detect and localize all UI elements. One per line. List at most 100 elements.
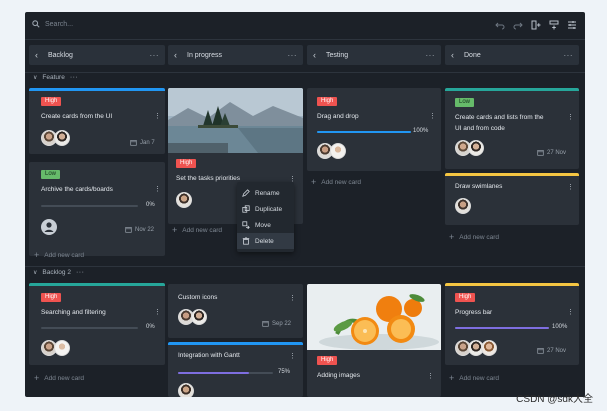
pencil-icon — [242, 189, 250, 197]
plus-icon: + — [34, 373, 40, 383]
date-text: 27 Nov — [547, 149, 567, 156]
add-column-icon[interactable] — [531, 20, 541, 30]
date-text: Jan 7 — [140, 139, 155, 146]
card-integration-gantt[interactable]: Integration with Gantt ⋮ 75% — [168, 342, 303, 397]
priority-badge: Low — [455, 98, 475, 107]
chevron-left-icon[interactable]: ‹ — [174, 50, 184, 60]
move-icon — [242, 221, 250, 229]
card-title: Drag and drop — [317, 113, 359, 120]
avatar[interactable] — [481, 340, 497, 356]
search-icon — [32, 20, 40, 28]
column-menu-icon[interactable]: ··· — [288, 51, 298, 60]
menu-item-label: Duplicate — [255, 205, 283, 213]
date-text: Nov 22 — [135, 226, 155, 233]
watermark: CSDN @sdk大全 — [516, 394, 593, 405]
menu-item-label: Delete — [255, 237, 274, 245]
avatar[interactable] — [330, 143, 346, 159]
card-assignees — [41, 340, 70, 356]
avatar[interactable] — [54, 340, 70, 356]
card-due-date: 27 Nov — [537, 347, 566, 354]
chevron-left-icon[interactable]: ‹ — [313, 50, 323, 60]
card-adding-images[interactable]: High Adding images ⋮ — [307, 284, 441, 397]
add-row-icon[interactable] — [549, 20, 559, 30]
add-new-card-button[interactable]: + Add new card — [311, 177, 361, 187]
row-header-backlog-2[interactable]: ∨ Backlog 2 ··· — [33, 269, 84, 276]
copy-icon — [242, 205, 250, 213]
row-title: Feature — [42, 74, 65, 81]
card-title: Custom icons — [178, 294, 218, 301]
chevron-down-icon[interactable]: ∨ — [33, 74, 37, 81]
add-new-card-button[interactable]: + Add new card — [172, 225, 222, 235]
avatar[interactable] — [455, 198, 471, 214]
user-icon[interactable] — [41, 219, 57, 235]
priority-badge: High — [176, 159, 197, 168]
card-menu-icon[interactable]: ⋮ — [154, 186, 161, 193]
column-title: Done — [464, 51, 481, 59]
progress-bar — [455, 327, 549, 329]
avatar[interactable] — [178, 383, 194, 397]
card-draw-swimlanes[interactable]: Draw swimlanes ⋮ — [445, 173, 579, 225]
card-menu-icon[interactable]: ⋮ — [289, 295, 296, 302]
avatar[interactable] — [468, 140, 484, 156]
column-title: In progress — [187, 51, 223, 59]
card-menu-icon[interactable]: ⋮ — [427, 373, 434, 380]
card-create-cards-ui[interactable]: High Create cards from the UI ⋮ Jan 7 — [29, 88, 165, 154]
card-assignees — [455, 140, 484, 156]
add-new-card-button[interactable]: + Add new card — [449, 232, 499, 242]
card-archive-boards[interactable]: Low Archive the cards/boards ⋮ 0% Nov 22 — [29, 162, 165, 256]
calendar-icon — [537, 348, 544, 354]
progress-fill — [178, 372, 250, 374]
row-title: Backlog 2 — [42, 269, 71, 276]
calendar-icon — [262, 321, 269, 327]
avatar[interactable] — [191, 309, 207, 325]
card-searching-filtering[interactable]: High Searching and filtering ⋮ 0% — [29, 283, 165, 365]
card-menu-icon[interactable]: ⋮ — [567, 114, 574, 121]
undo-icon[interactable] — [495, 20, 505, 30]
menu-item-move[interactable]: Move — [237, 217, 294, 233]
column-title: Testing — [326, 51, 349, 59]
chevron-down-icon[interactable]: ∨ — [33, 269, 37, 276]
column-header-testing[interactable]: ‹ Testing ··· — [307, 45, 441, 65]
card-custom-icons[interactable]: Custom icons ⋮ Sep 22 — [168, 284, 303, 338]
card-color-bar — [445, 283, 579, 286]
row-header-feature[interactable]: ∨ Feature ··· — [33, 74, 78, 81]
column-menu-icon[interactable]: ··· — [426, 51, 436, 60]
plus-icon: + — [172, 225, 178, 235]
chevron-left-icon[interactable]: ‹ — [35, 50, 45, 60]
card-menu-icon[interactable]: ⋮ — [154, 113, 161, 120]
card-create-cards-lists[interactable]: Low Create cards and lists from the UI a… — [445, 88, 579, 169]
column-header-backlog[interactable]: ‹ Backlog ··· — [29, 45, 165, 65]
priority-badge: High — [317, 97, 338, 106]
calendar-icon — [537, 150, 544, 156]
sort-icon[interactable] — [567, 20, 577, 30]
card-menu-icon[interactable]: ⋮ — [567, 309, 574, 316]
add-new-card-button[interactable]: + Add new card — [34, 250, 84, 260]
column-header-in-progress[interactable]: ‹ In progress ··· — [168, 45, 303, 65]
menu-item-delete[interactable]: Delete — [237, 233, 294, 249]
card-menu-icon[interactable]: ⋮ — [429, 113, 436, 120]
card-menu-icon[interactable]: ⋮ — [567, 184, 574, 191]
chevron-left-icon[interactable]: ‹ — [451, 50, 461, 60]
avatar[interactable] — [176, 192, 192, 208]
row-menu-icon[interactable]: ··· — [76, 269, 85, 276]
search-input[interactable]: Search... — [45, 21, 73, 28]
menu-item-rename[interactable]: Rename — [237, 185, 294, 201]
card-menu-icon[interactable]: ⋮ — [289, 353, 296, 360]
card-drag-drop[interactable]: High Drag and drop ⋮ 100% — [307, 88, 441, 171]
card-progress-bar[interactable]: High Progress bar ⋮ 100% 27 Nov — [445, 283, 579, 365]
avatar[interactable] — [54, 130, 70, 146]
menu-item-duplicate[interactable]: Duplicate — [237, 201, 294, 217]
trash-icon — [242, 237, 250, 245]
card-title: Progress bar — [455, 309, 493, 316]
plus-icon: + — [449, 232, 455, 242]
column-menu-icon[interactable]: ··· — [564, 51, 574, 60]
row-menu-icon[interactable]: ··· — [70, 74, 79, 81]
add-new-card-button[interactable]: + Add new card — [34, 373, 84, 383]
redo-icon[interactable] — [513, 20, 523, 30]
search-box[interactable]: Search... — [32, 20, 73, 28]
card-assignees — [41, 130, 70, 146]
add-new-card-button[interactable]: + Add new card — [449, 373, 499, 383]
column-header-done[interactable]: ‹ Done ··· — [445, 45, 579, 65]
column-menu-icon[interactable]: ··· — [150, 51, 160, 60]
card-menu-icon[interactable]: ⋮ — [154, 309, 161, 316]
